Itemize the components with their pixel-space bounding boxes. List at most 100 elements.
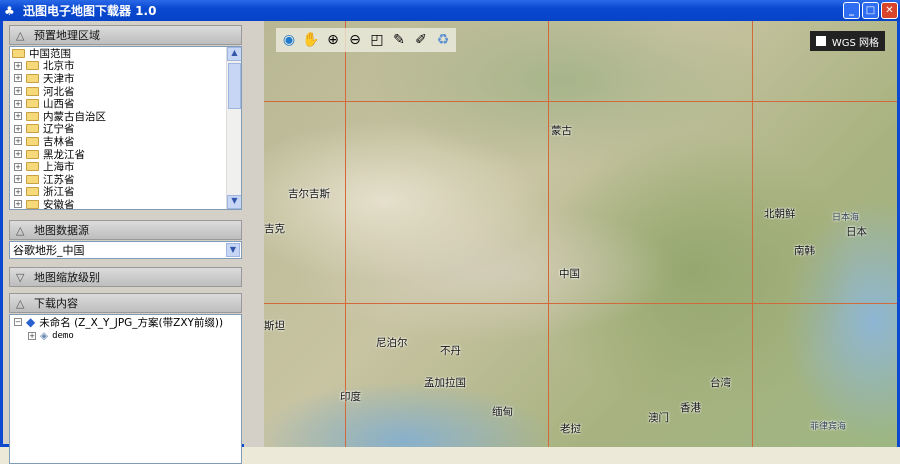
data-source-select[interactable]: 谷歌地形_中国 ▼: [9, 241, 242, 259]
map-label: 菲律宾海: [810, 422, 847, 432]
collapse-icon: △: [16, 28, 25, 42]
folder-icon: [26, 124, 39, 134]
map-label: 吉尔吉斯: [288, 188, 330, 200]
wgs-grid-toggle[interactable]: WGS 网格: [809, 31, 885, 51]
expand-icon[interactable]: +: [14, 187, 22, 196]
folder-icon: [26, 73, 39, 83]
zoom-in-icon[interactable]: ⊕: [324, 31, 342, 49]
collapse-icon[interactable]: −: [14, 318, 22, 326]
map-label: 台湾: [710, 377, 731, 389]
map-label: 香港: [680, 402, 701, 414]
splitter[interactable]: [244, 21, 264, 447]
map-label: 南韩: [794, 245, 815, 257]
expand-icon[interactable]: +: [14, 137, 22, 146]
scroll-up-icon[interactable]: ▲: [227, 47, 241, 61]
grid-line: [752, 21, 753, 447]
folder-icon: [26, 162, 39, 172]
collapse-icon: △: [16, 223, 25, 237]
expand-icon[interactable]: +: [14, 162, 22, 171]
grid-line: [264, 303, 897, 304]
draw-region-icon[interactable]: ✎: [390, 31, 408, 49]
map-label: 斯坦: [264, 320, 285, 332]
title-bar: ♣ 迅图电子地图下载器 1.0 _ □ ✕: [0, 0, 900, 21]
folder-icon: [26, 187, 39, 197]
scroll-thumb[interactable]: [228, 63, 241, 109]
section-title: 下载内容: [34, 297, 78, 310]
expand-icon[interactable]: +: [14, 200, 22, 209]
section-title: 预置地理区域: [34, 29, 100, 42]
expand-icon[interactable]: +: [14, 99, 22, 108]
folder-icon: [12, 48, 25, 58]
region-tree[interactable]: 中国范围 + 北京市 + 天津市 + 河北省 + 山西省 + 内蒙古自治区 + 辽宁省 + 吉林省 + 黑龙江…: [9, 46, 242, 210]
folder-icon: [26, 149, 39, 159]
folder-icon: [26, 174, 39, 184]
close-button[interactable]: ✕: [881, 2, 898, 19]
hand-pan-icon[interactable]: ✋: [302, 31, 320, 49]
folder-icon: [26, 111, 39, 121]
expand-icon[interactable]: +: [14, 61, 22, 70]
expand-icon[interactable]: +: [28, 332, 36, 340]
expand-icon: ▽: [16, 270, 25, 284]
section-data-source[interactable]: △ 地图数据源: [9, 220, 242, 240]
item-label: demo: [52, 331, 74, 341]
map-label: 老挝: [560, 423, 581, 435]
collapse-icon: △: [16, 296, 25, 310]
expand-icon[interactable]: +: [14, 74, 22, 83]
tree-item[interactable]: + 安徽省: [10, 198, 241, 210]
select-value: 谷歌地形_中国: [13, 244, 85, 257]
folder-icon: [26, 99, 39, 109]
grid-line: [264, 101, 897, 102]
map-label: 尼泊尔: [376, 337, 408, 349]
tree-label: 安徽省: [43, 198, 75, 210]
download-item[interactable]: + ◈ demo: [10, 329, 241, 343]
scroll-down-icon[interactable]: ▼: [227, 195, 241, 209]
folder-icon: [26, 199, 39, 209]
left-panel: △ 预置地理区域 中国范围 + 北京市 + 天津市 + 河北省 + 山西省 + 内蒙古自治区 + 辽宁省…: [0, 21, 244, 464]
tree-scrollbar[interactable]: ▲ ▼: [226, 47, 241, 209]
section-title: 地图数据源: [34, 224, 89, 237]
section-title: 地图缩放级别: [34, 271, 100, 284]
expand-icon[interactable]: +: [14, 87, 22, 96]
map-label: 北朝鲜: [764, 208, 796, 220]
folder-icon: [26, 86, 39, 96]
chevron-down-icon[interactable]: ▼: [226, 243, 240, 257]
task-label: 未命名 (Z_X_Y_JPG_方案(带ZXY前缀)): [39, 316, 224, 329]
recycle-bin-icon[interactable]: ♻: [434, 31, 452, 49]
zoom-out-icon[interactable]: ⊖: [346, 31, 364, 49]
globe-icon[interactable]: ◉: [280, 31, 298, 49]
layer-icon: ◈: [40, 330, 49, 342]
wgs-grid-label: WGS 网格: [831, 37, 879, 49]
folder-icon: [26, 61, 39, 71]
edit-region-icon[interactable]: ✐: [412, 31, 430, 49]
download-task[interactable]: − ◆ 未命名 (Z_X_Y_JPG_方案(带ZXY前缀)): [10, 315, 241, 329]
task-icon: ◆: [26, 315, 36, 329]
minimize-button[interactable]: _: [843, 2, 860, 19]
map-label: 吉克: [264, 223, 285, 235]
grid-line: [548, 21, 549, 447]
maximize-button[interactable]: □: [862, 2, 879, 19]
expand-icon[interactable]: +: [14, 175, 22, 184]
wgs-grid-checkbox[interactable]: [815, 36, 826, 46]
map-label: 缅甸: [492, 406, 513, 418]
map-label: 印度: [340, 391, 361, 403]
folder-icon: [26, 136, 39, 146]
map-label: 孟加拉国: [424, 377, 466, 389]
window-title: 迅图电子地图下载器 1.0: [23, 4, 157, 18]
map-label: 日本海: [832, 213, 860, 223]
download-tree[interactable]: − ◆ 未命名 (Z_X_Y_JPG_方案(带ZXY前缀)) + ◈ demo: [9, 314, 242, 464]
map-label: 蒙古: [551, 125, 572, 137]
section-zoom-level[interactable]: ▽ 地图缩放级别: [9, 267, 242, 287]
section-download[interactable]: △ 下载内容: [9, 293, 242, 313]
expand-icon[interactable]: +: [14, 124, 22, 133]
map-label: 中国: [559, 268, 580, 280]
select-box-icon[interactable]: ◰: [368, 31, 386, 49]
map-label: 不丹: [440, 345, 461, 357]
map-view[interactable]: 蒙古中国 北朝鲜南韩 日本 日本海 吉尔吉斯吉克斯坦尼泊尔不丹孟加拉国印度缅甸老挝 台湾香…: [264, 21, 900, 447]
section-preset-region[interactable]: △ 预置地理区域: [9, 25, 242, 45]
expand-icon[interactable]: +: [14, 150, 22, 159]
map-toolbar: ◉ ✋ ⊕ ⊖ ◰ ✎ ✐ ♻: [276, 28, 456, 52]
map-label: 日本: [846, 226, 867, 238]
map-label: 澳门: [648, 412, 669, 424]
grid-line: [345, 21, 346, 447]
expand-icon[interactable]: +: [14, 112, 22, 121]
